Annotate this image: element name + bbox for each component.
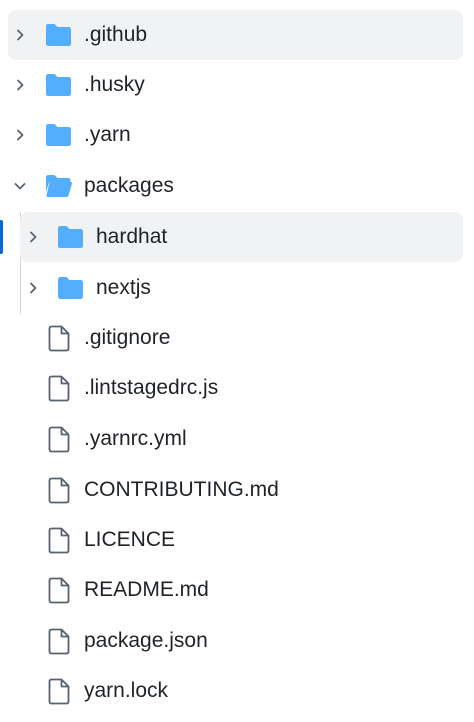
tree-item-yarn-lock[interactable]: yarn.lock xyxy=(8,666,463,716)
tree-item-nextjs[interactable]: nextjs xyxy=(20,263,463,313)
chevron-right-icon[interactable] xyxy=(12,77,28,93)
tree-item-husky[interactable]: .husky xyxy=(8,60,463,110)
tree-item-label: packages xyxy=(84,174,174,197)
tree-item-gitignore[interactable]: .gitignore xyxy=(8,313,463,363)
file-icon xyxy=(48,527,70,554)
file-icon xyxy=(48,678,70,705)
tree-item-label: hardhat xyxy=(96,225,168,248)
file-icon xyxy=(48,628,70,655)
file-icon xyxy=(48,325,70,352)
tree-item-label: .husky xyxy=(84,73,145,96)
tree-item-label: nextjs xyxy=(96,276,151,299)
file-icon xyxy=(48,477,70,504)
folder-icon xyxy=(46,24,71,46)
tree-item-github[interactable]: .github xyxy=(8,10,463,60)
tree-item-yarn[interactable]: .yarn xyxy=(8,110,463,160)
tree-item-lintstagedrc[interactable]: .lintstagedrc.js xyxy=(8,363,463,413)
file-icon xyxy=(48,577,70,604)
tree-item-label: .lintstagedrc.js xyxy=(84,376,219,399)
file-icon xyxy=(48,375,70,402)
folder-icon xyxy=(46,74,71,96)
tree-item-label: README.md xyxy=(84,578,209,601)
file-icon xyxy=(48,426,70,453)
tree-item-package-json[interactable]: package.json xyxy=(8,616,463,666)
tree-item-label: .yarnrc.yml xyxy=(84,427,187,450)
tree-item-label: CONTRIBUTING.md xyxy=(84,478,279,501)
chevron-right-icon[interactable] xyxy=(12,27,28,43)
tree-item-hardhat[interactable]: hardhat xyxy=(20,212,463,262)
tree-item-yarnrc[interactable]: .yarnrc.yml xyxy=(8,414,463,464)
chevron-down-icon[interactable] xyxy=(12,178,28,194)
folder-icon xyxy=(58,226,83,248)
tree-item-label: LICENCE xyxy=(84,528,176,551)
tree-item-label: .yarn xyxy=(84,123,131,146)
tree-item-label: package.json xyxy=(84,629,208,652)
tree-item-readme[interactable]: README.md xyxy=(8,565,463,615)
tree-item-label: yarn.lock xyxy=(84,679,169,702)
folder-icon xyxy=(46,124,71,146)
tree-item-licence[interactable]: LICENCE xyxy=(8,515,463,565)
active-indicator xyxy=(0,220,3,254)
folder-icon xyxy=(58,277,83,299)
chevron-right-icon[interactable] xyxy=(25,280,41,296)
tree-item-label: .github xyxy=(84,23,148,46)
file-tree: .github .husky .yarn packages hardhat ne… xyxy=(0,0,474,722)
folder-open-icon xyxy=(46,175,73,197)
tree-item-label: .gitignore xyxy=(84,326,171,349)
tree-item-contributing[interactable]: CONTRIBUTING.md xyxy=(8,465,463,515)
chevron-right-icon[interactable] xyxy=(25,229,41,245)
tree-item-packages[interactable]: packages xyxy=(8,161,463,211)
chevron-right-icon[interactable] xyxy=(12,127,28,143)
